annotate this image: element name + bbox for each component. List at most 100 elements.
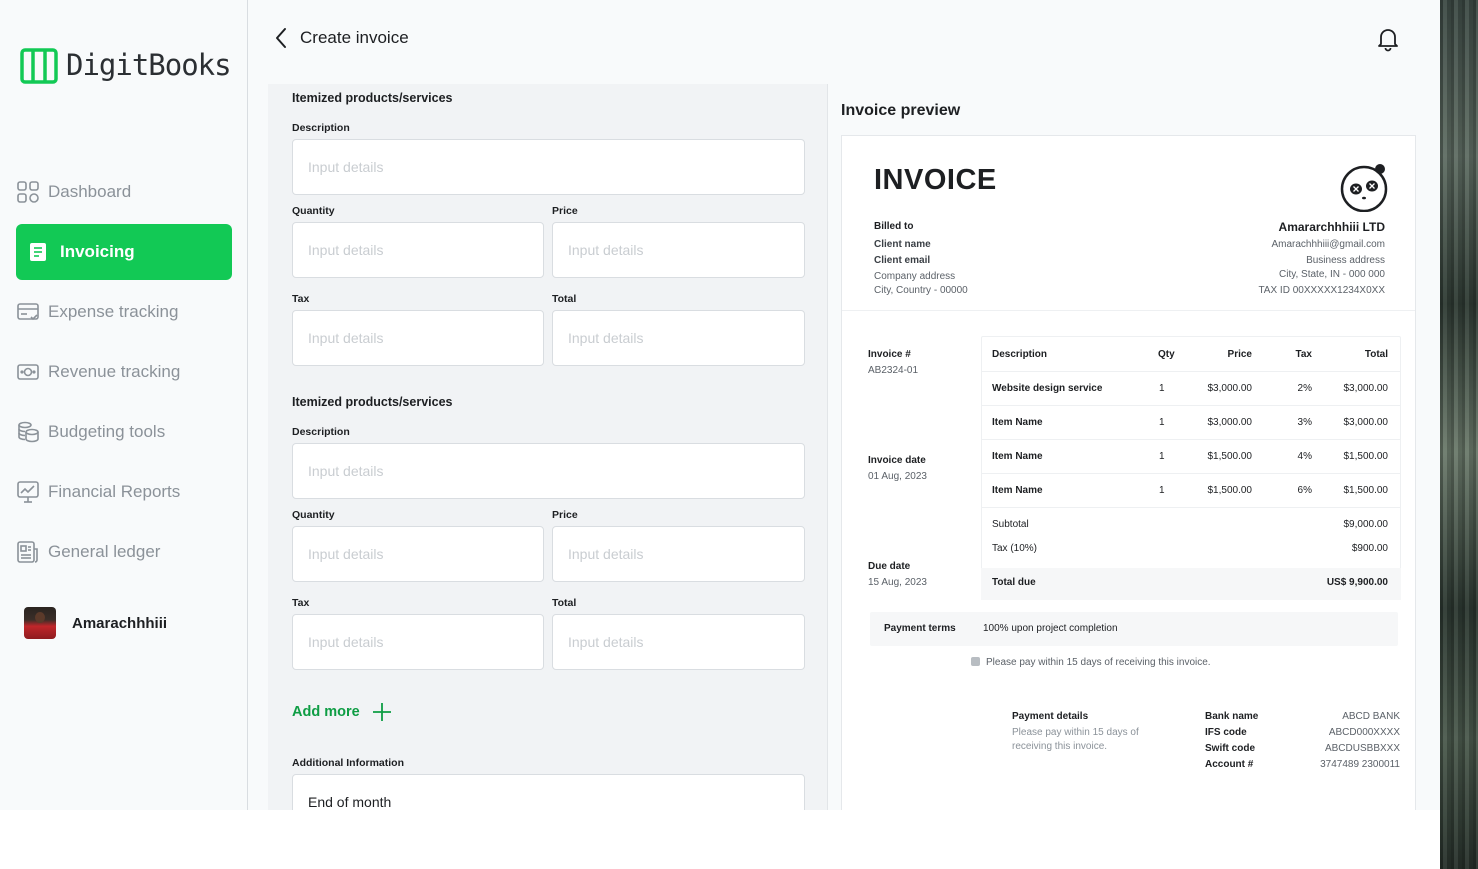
back-arrow-icon[interactable] — [272, 26, 292, 50]
sidebar-item-invoicing[interactable]: Invoicing — [16, 224, 232, 280]
subtotal-label: Subtotal — [992, 519, 1029, 530]
payment-details-note: receiving this invoice. — [1012, 741, 1108, 752]
tax-label: Tax — [292, 597, 310, 609]
user-name: Amarachhhiii — [72, 614, 168, 632]
swift-code-label: Swift code — [1205, 743, 1256, 754]
invoice-icon — [26, 240, 50, 264]
ifs-code-value: ABCD000XXXX — [1328, 727, 1400, 738]
description-input[interactable] — [292, 139, 805, 195]
column-header-description: Description — [992, 349, 1048, 360]
sidebar-item-budgeting-tools[interactable]: Budgeting tools — [16, 404, 232, 460]
sidebar-item-label: Revenue tracking — [48, 362, 181, 381]
user-profile[interactable]: Amarachhhiii — [24, 607, 167, 639]
total-input[interactable] — [552, 310, 805, 366]
account-number-value: 3747489 2300011 — [1320, 759, 1400, 770]
ledger-icon — [16, 540, 40, 564]
notification-bell-icon[interactable] — [1376, 26, 1400, 52]
page-title: Create invoice — [300, 28, 409, 47]
table-divider — [981, 473, 1401, 474]
invoice-form: Itemized products/services Description Q… — [268, 84, 828, 810]
quantity-input[interactable] — [292, 526, 544, 582]
description-input[interactable] — [292, 443, 805, 499]
total-label: Total — [552, 293, 577, 305]
table-row-total: $1,500.00 — [1343, 451, 1389, 462]
company-city: City, State, IN - 000 000 — [1279, 269, 1385, 280]
description-label: Description — [292, 122, 350, 134]
table-row-qty: 1 — [1159, 417, 1165, 428]
quantity-input[interactable] — [292, 222, 544, 278]
section-title: Itemized products/services — [292, 395, 453, 409]
brand-logo[interactable]: DigitBooks — [20, 46, 232, 84]
invoice-date-label: Invoice date — [868, 455, 926, 466]
brand-name: DigitBooks — [66, 48, 232, 82]
table-row-description: Item Name — [992, 451, 1043, 462]
sidebar-item-financial-reports[interactable]: Financial Reports — [16, 464, 232, 520]
company-address: Business address — [1306, 255, 1385, 266]
table-row-tax: 4% — [1297, 451, 1312, 462]
app-window: DigitBooks Dashboard Invoicing Expense t… — [0, 0, 1440, 810]
sidebar-item-dashboard[interactable]: Dashboard — [16, 164, 232, 220]
tax-input[interactable] — [292, 614, 544, 670]
tax-value: $900.00 — [1351, 543, 1388, 554]
bank-name-value: ABCD BANK — [1342, 711, 1400, 722]
sidebar-item-general-ledger[interactable]: General ledger — [16, 524, 232, 580]
invoice-preview-title: Invoice preview — [841, 102, 961, 119]
add-more-button[interactable]: Add more — [292, 702, 392, 722]
account-number-label: Account # — [1205, 759, 1254, 770]
additional-information-input[interactable] — [292, 774, 805, 810]
quantity-label: Quantity — [292, 205, 335, 217]
due-date-label: Due date — [868, 561, 911, 572]
panda-logo-icon — [1340, 164, 1388, 212]
payment-details-label: Payment details — [1012, 711, 1089, 722]
sidebar-item-label: Budgeting tools — [48, 422, 166, 441]
table-divider — [981, 439, 1401, 440]
price-input[interactable] — [552, 526, 805, 582]
tax-label: Tax (10%) — [992, 543, 1038, 554]
table-row-total: $3,000.00 — [1343, 417, 1389, 428]
line-items-table — [981, 336, 1401, 600]
payment-terms-value: 100% upon project completion — [983, 623, 1118, 634]
sidebar-item-label: General ledger — [48, 542, 161, 561]
column-header-tax: Tax — [1295, 349, 1313, 360]
sidebar-item-expense-tracking[interactable]: Expense tracking — [16, 284, 232, 340]
column-header-total: Total — [1364, 349, 1388, 360]
digitbooks-logo-icon — [20, 48, 58, 84]
table-row-tax: 2% — [1297, 383, 1312, 394]
table-row-description: Item Name — [992, 485, 1043, 496]
tax-input[interactable] — [292, 310, 544, 366]
subtotal-value: $9,000.00 — [1343, 519, 1389, 530]
sidebar-item-label: Invoicing — [60, 242, 135, 261]
swift-code-value: ABCDUSBBXXX — [1324, 743, 1400, 754]
sidebar-item-revenue-tracking[interactable]: Revenue tracking — [16, 344, 232, 400]
expense-card-icon — [16, 300, 40, 324]
table-divider — [981, 507, 1401, 508]
table-row-price: $3,000.00 — [1207, 417, 1253, 428]
sidebar-item-label: Expense tracking — [48, 302, 179, 321]
invoice-number-label: Invoice # — [868, 349, 911, 360]
table-row-qty: 1 — [1159, 485, 1165, 496]
table-row-qty: 1 — [1159, 451, 1165, 462]
due-date: 15 Aug, 2023 — [868, 577, 927, 588]
plus-icon — [372, 703, 391, 721]
client-city: City, Country - 00000 — [874, 285, 968, 296]
table-row-tax: 6% — [1297, 485, 1312, 496]
total-input[interactable] — [552, 614, 805, 670]
company-name: Amararchhhiii LTD — [1278, 220, 1385, 234]
company-email: Amarachhhiii@gmail.com — [1271, 239, 1385, 250]
payment-details-note: Please pay within 15 days of — [1012, 727, 1139, 738]
total-label: Total — [552, 597, 577, 609]
client-email: Client email — [874, 255, 931, 266]
table-row-price: $3,000.00 — [1207, 383, 1253, 394]
table-row-description: Website design service — [992, 383, 1103, 394]
table-divider — [981, 405, 1401, 406]
table-row-price: $1,500.00 — [1207, 451, 1253, 462]
pay-note: Please pay within 15 days of receiving t… — [986, 657, 1211, 668]
table-row-price: $1,500.00 — [1207, 485, 1253, 496]
money-icon — [16, 360, 40, 384]
add-more-label: Add more — [292, 704, 360, 720]
table-row-tax: 3% — [1297, 417, 1312, 428]
price-input[interactable] — [552, 222, 805, 278]
total-due-label: Total due — [992, 577, 1036, 588]
billed-to-label: Billed to — [874, 221, 914, 232]
company-tax-id: TAX ID 00XXXXX1234X0XX — [1258, 285, 1385, 296]
